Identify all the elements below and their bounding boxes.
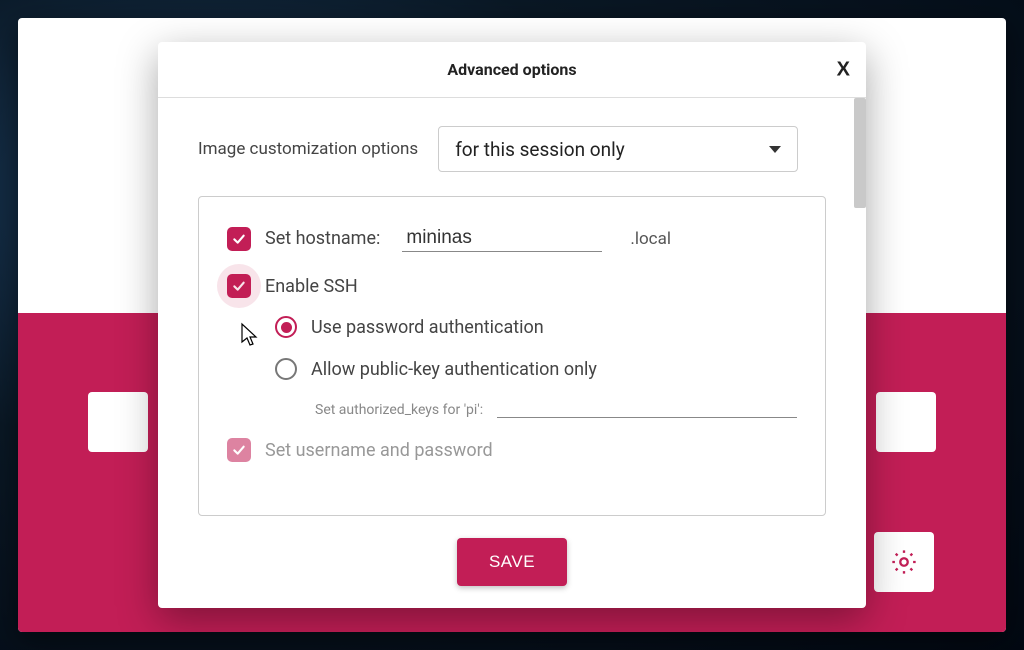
ssh-password-auth-label: Use password authentication <box>311 317 544 338</box>
ssh-password-auth-radio[interactable]: Use password authentication <box>275 316 797 338</box>
set-hostname-label: Set hostname: <box>265 228 380 249</box>
save-button[interactable]: SAVE <box>457 538 567 586</box>
gear-icon <box>890 548 918 576</box>
enable-ssh-label: Enable SSH <box>265 276 358 297</box>
modal-footer: SAVE <box>158 516 866 608</box>
hostname-suffix: .local <box>630 229 671 249</box>
checkmark-icon <box>231 442 247 458</box>
set-username-password-label: Set username and password <box>265 440 493 461</box>
modal-title: Advanced options <box>447 60 576 79</box>
scrollbar-thumb[interactable] <box>854 98 866 208</box>
customization-scope-row: Image customization options for this ses… <box>198 126 826 172</box>
ssh-public-key-radio[interactable]: Allow public-key authentication only <box>275 358 797 380</box>
checkmark-icon <box>231 278 247 294</box>
imager-app-window: Advanced options X Image customization o… <box>18 18 1006 632</box>
ssh-options-group: Use password authentication Allow public… <box>275 316 797 418</box>
advanced-options-modal: Advanced options X Image customization o… <box>158 42 866 608</box>
customization-scope-label: Image customization options <box>198 139 418 159</box>
background-card-left <box>88 392 148 452</box>
modal-body: Image customization options for this ses… <box>158 98 866 516</box>
hostname-input[interactable] <box>402 225 602 252</box>
authorized-keys-row: Set authorized_keys for 'pi': <box>315 396 797 418</box>
modal-header: Advanced options X <box>158 42 866 98</box>
set-hostname-row: Set hostname: .local <box>227 225 797 252</box>
enable-ssh-checkbox[interactable] <box>227 274 251 298</box>
checkmark-icon <box>231 231 247 247</box>
close-button[interactable]: X <box>837 58 850 81</box>
set-username-password-row: Set username and password <box>227 438 797 462</box>
ssh-public-key-label: Allow public-key authentication only <box>311 359 597 380</box>
dropdown-selected-value: for this session only <box>455 138 625 161</box>
enable-ssh-row: Enable SSH <box>227 274 797 298</box>
set-hostname-checkbox[interactable] <box>227 227 251 251</box>
radio-unchecked-icon <box>275 358 297 380</box>
settings-gear-button[interactable] <box>874 532 934 592</box>
background-card-right <box>876 392 936 452</box>
set-username-password-checkbox[interactable] <box>227 438 251 462</box>
customization-scope-dropdown[interactable]: for this session only <box>438 126 798 172</box>
chevron-down-icon <box>769 146 781 153</box>
authorized-keys-input[interactable] <box>497 396 797 418</box>
authorized-keys-label: Set authorized_keys for 'pi': <box>315 402 483 418</box>
options-panel: Set hostname: .local Enable SSH Use pass… <box>198 196 826 516</box>
radio-checked-icon <box>275 316 297 338</box>
